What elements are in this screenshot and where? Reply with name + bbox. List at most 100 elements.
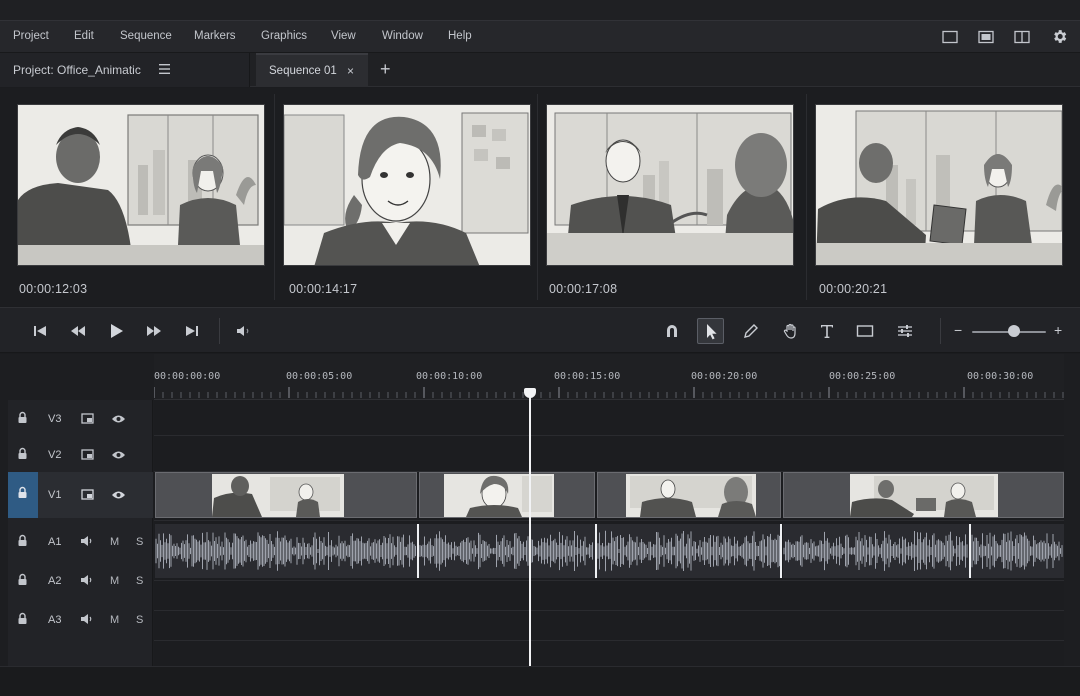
lock-icon[interactable]	[17, 612, 28, 625]
track-divider	[154, 640, 1064, 641]
track-header-v1[interactable]: V1	[8, 472, 153, 518]
lock-icon[interactable]	[17, 411, 28, 424]
audio-clip-1[interactable]	[155, 524, 417, 578]
visibility-eye-icon[interactable]	[111, 450, 126, 460]
tab-sequence-01[interactable]: Sequence 01 ×	[256, 53, 368, 87]
lock-icon[interactable]	[17, 447, 28, 460]
storyboard-frame-3[interactable]	[546, 104, 794, 266]
visibility-eye-icon[interactable]	[111, 490, 126, 500]
edit-point-marker[interactable]	[780, 524, 782, 578]
mute-button[interactable]: M	[110, 575, 119, 587]
sequence-tab-title: Sequence 01	[269, 65, 337, 77]
selection-tool-button[interactable]	[697, 318, 724, 344]
track-header-a3: A3 M S	[8, 602, 153, 640]
toggle-output-icon[interactable]	[81, 489, 94, 500]
add-tab-icon[interactable]: +	[380, 59, 391, 80]
project-title: Project: Office_Animatic	[13, 63, 141, 77]
hand-tool-icon[interactable]	[782, 322, 800, 340]
toggle-output-icon[interactable]	[81, 449, 94, 460]
time-ruler[interactable]: 00:00:00:00 00:00:05:00 00:00:10:00 00:0…	[154, 354, 1064, 400]
text-tool-icon[interactable]	[818, 322, 836, 340]
toggle-output-icon[interactable]	[81, 413, 94, 424]
playhead-line[interactable]	[529, 388, 531, 666]
edit-point-marker[interactable]	[969, 524, 971, 578]
zoom-out-icon[interactable]: −	[954, 322, 962, 338]
solo-button[interactable]: S	[136, 614, 143, 626]
frame-2-timecode: 00:00:14:17	[289, 282, 358, 296]
adjust-sliders-icon[interactable]	[896, 322, 914, 340]
visibility-eye-icon[interactable]	[111, 414, 126, 424]
frame-divider	[274, 94, 275, 300]
storyboard-frame-4[interactable]	[815, 104, 1063, 266]
solo-button[interactable]: S	[136, 536, 143, 548]
storyboard-panel: 00:00:12:03 00:00:14:17 00:00:17:08 00:0…	[0, 88, 1080, 306]
go-to-start-icon[interactable]	[31, 322, 49, 340]
razor-pen-icon[interactable]	[742, 322, 760, 340]
lock-icon[interactable]	[17, 534, 28, 547]
menu-view[interactable]: View	[331, 30, 356, 42]
zoom-in-icon[interactable]: +	[1054, 322, 1062, 338]
video-clip-2[interactable]	[419, 472, 595, 518]
speaker-icon[interactable]	[80, 574, 94, 586]
track-label: A3	[48, 614, 62, 626]
frame-4-timecode: 00:00:20:21	[819, 282, 888, 296]
frame-1-timecode: 00:00:12:03	[19, 282, 88, 296]
audio-clip-4[interactable]	[783, 524, 969, 578]
close-tab-icon[interactable]: ×	[347, 64, 354, 78]
snap-magnet-icon[interactable]	[663, 322, 681, 340]
waveform-path	[597, 530, 780, 572]
project-panel-tab[interactable]: Project: Office_Animatic	[0, 53, 250, 87]
volume-icon[interactable]	[235, 322, 253, 340]
speaker-icon[interactable]	[80, 613, 94, 625]
track-divider	[154, 520, 1064, 521]
track-lock-cell	[8, 472, 38, 518]
menu-edit[interactable]: Edit	[74, 30, 94, 42]
panel-menu-icon[interactable]	[158, 63, 172, 75]
waveform-path	[155, 531, 416, 571]
clip-thumbnail	[212, 474, 344, 517]
audio-clip-3[interactable]	[597, 524, 781, 578]
mute-button[interactable]: M	[110, 536, 119, 548]
lock-icon[interactable]	[17, 486, 28, 499]
lock-icon[interactable]	[17, 573, 28, 586]
video-clip-3[interactable]	[597, 472, 781, 518]
solo-button[interactable]: S	[136, 575, 143, 587]
menu-sequence[interactable]: Sequence	[120, 30, 172, 42]
track-label: V2	[48, 449, 62, 461]
clip-thumbnail	[444, 474, 554, 517]
settings-gear-icon[interactable]	[1051, 28, 1068, 45]
storyboard-frame-1[interactable]	[17, 104, 265, 266]
layout-single-icon[interactable]	[942, 30, 958, 44]
fast-forward-icon[interactable]	[145, 322, 163, 340]
track-headers: V3 V2 V1 A1 M S A2 M S A3 M S	[8, 400, 153, 666]
video-clip-4[interactable]	[783, 472, 1064, 518]
menu-project[interactable]: Project	[13, 30, 49, 42]
rewind-icon[interactable]	[69, 322, 87, 340]
play-icon[interactable]	[107, 322, 125, 340]
video-clip-1[interactable]	[155, 472, 417, 518]
audio-clip-2[interactable]	[419, 524, 595, 578]
storyboard-frame-2[interactable]	[283, 104, 531, 266]
edit-point-marker[interactable]	[595, 524, 597, 578]
go-to-end-icon[interactable]	[183, 322, 201, 340]
layout-filled-icon[interactable]	[978, 30, 994, 44]
layout-split-icon[interactable]	[1014, 30, 1030, 44]
waveform-path	[419, 531, 593, 571]
menu-graphics[interactable]: Graphics	[261, 30, 307, 42]
timeline-scrollbar-area[interactable]	[0, 666, 1080, 696]
frame-divider	[806, 94, 807, 300]
clip-thumbnail	[850, 474, 998, 517]
speaker-icon[interactable]	[80, 535, 94, 547]
transport-bar: − +	[0, 307, 1080, 353]
edit-point-marker[interactable]	[417, 524, 419, 578]
menu-help[interactable]: Help	[448, 30, 472, 42]
track-content-area[interactable]	[154, 400, 1064, 666]
track-header-v3: V3	[8, 400, 153, 435]
mute-button[interactable]: M	[110, 614, 119, 626]
timeline-panel: 00:00:00:00 00:00:05:00 00:00:10:00 00:0…	[0, 354, 1080, 696]
menu-markers[interactable]: Markers	[194, 30, 236, 42]
audio-clip-5[interactable]	[971, 524, 1064, 578]
rectangle-tool-icon[interactable]	[856, 322, 874, 340]
menu-window[interactable]: Window	[382, 30, 423, 42]
zoom-slider-handle[interactable]	[1008, 325, 1020, 337]
